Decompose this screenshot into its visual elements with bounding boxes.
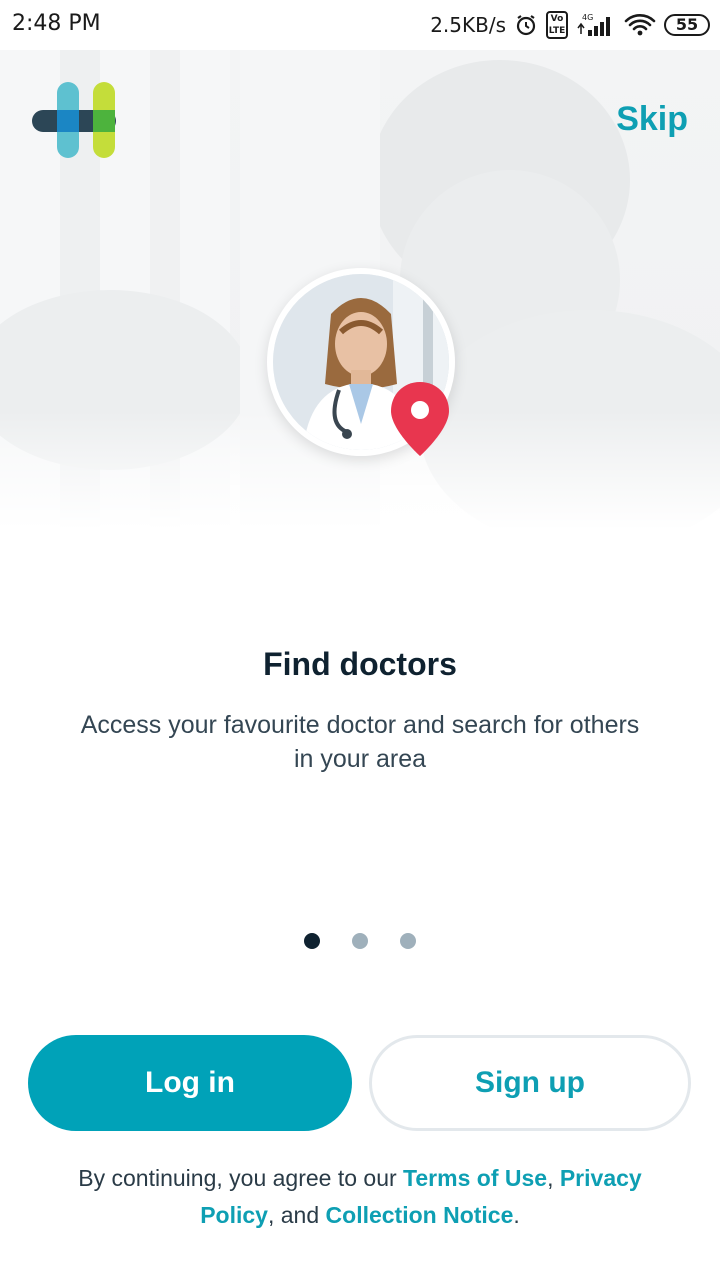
status-bar: 2:48 PM 2.5KB/s Vo LTE 4G 55: [0, 0, 720, 50]
page-dot-3[interactable]: [400, 933, 416, 949]
signup-button[interactable]: Sign up: [369, 1035, 691, 1131]
collection-notice-link[interactable]: Collection Notice: [326, 1202, 514, 1228]
legal-notice: By continuing, you agree to our Terms of…: [40, 1160, 680, 1234]
onboarding-subtitle: Access your favourite doctor and search …: [80, 711, 640, 773]
login-button[interactable]: Log in: [28, 1035, 352, 1131]
alarm-icon: [514, 13, 538, 37]
page-indicator: [0, 933, 720, 951]
volte-icon: Vo LTE: [546, 11, 568, 39]
legal-prefix: By continuing, you agree to our: [78, 1165, 397, 1191]
battery-icon: 55: [664, 14, 710, 36]
status-time: 2:48 PM: [12, 11, 101, 36]
wifi-icon: [624, 13, 656, 37]
network-speed: 2.5KB/s: [430, 13, 506, 37]
doctor-avatar-group: [267, 268, 455, 458]
onboarding-title: Find doctors: [263, 646, 457, 682]
legal-suffix: .: [513, 1202, 520, 1228]
network-type: 4G: [582, 13, 593, 22]
skip-button[interactable]: Skip: [616, 100, 688, 139]
location-pin-icon: [389, 380, 451, 458]
legal-and: , and: [267, 1202, 320, 1228]
signal-icon: 4G: [576, 12, 616, 38]
app-logo: [32, 82, 118, 158]
page-dot-1[interactable]: [304, 933, 320, 949]
terms-of-use-link[interactable]: Terms of Use: [403, 1165, 547, 1191]
status-icons: 2.5KB/s Vo LTE 4G 55: [430, 9, 710, 41]
page-dot-2[interactable]: [352, 933, 368, 949]
legal-comma: ,: [547, 1165, 554, 1191]
